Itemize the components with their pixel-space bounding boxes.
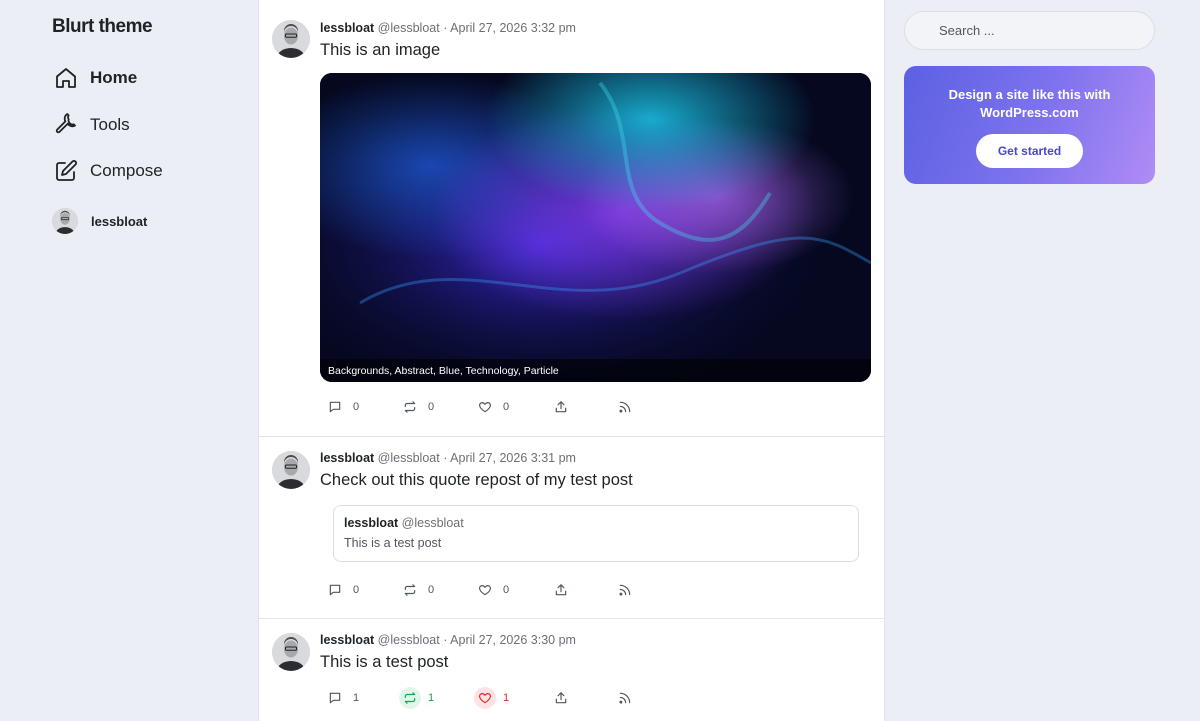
- rss-icon: [614, 396, 636, 418]
- like-button[interactable]: 1: [474, 687, 509, 709]
- nav-item-compose[interactable]: Compose: [54, 159, 163, 183]
- rss-icon: [614, 579, 636, 601]
- post-author[interactable]: lessbloat: [320, 633, 374, 647]
- promo-text: Design a site like this with WordPress.c…: [948, 87, 1111, 120]
- post-meta: lessbloat @lessbloat · April 27, 2026 3:…: [320, 21, 576, 35]
- heart-icon: [474, 687, 496, 709]
- reply-button[interactable]: 1: [324, 687, 359, 709]
- post-text: Check out this quote repost of my test p…: [320, 471, 633, 489]
- meta-separator: ·: [443, 633, 448, 647]
- post-meta: lessbloat @lessbloat · April 27, 2026 3:…: [320, 633, 576, 647]
- repost-icon: [399, 579, 421, 601]
- rss-button[interactable]: [614, 687, 636, 709]
- like-count: 0: [503, 401, 510, 413]
- search-input[interactable]: [904, 11, 1155, 50]
- repost-icon: [399, 396, 421, 418]
- nav-label-home: Home: [90, 68, 138, 87]
- quoted-post-meta: lessbloat @lessbloat: [344, 516, 848, 530]
- profile-name: lessbloat: [91, 213, 148, 229]
- home-icon: [54, 66, 78, 90]
- post: lessbloat @lessbloat · April 27, 2026 3:…: [259, 618, 884, 721]
- reply-count: 0: [353, 401, 360, 413]
- post-text: This is an image: [320, 41, 441, 59]
- quoted-author: lessbloat: [344, 516, 399, 530]
- post-handle: @lessbloat: [377, 21, 440, 35]
- meta-separator: ·: [443, 451, 448, 465]
- share-icon: [550, 396, 572, 418]
- avatar[interactable]: [272, 451, 310, 489]
- left-sidebar: Blurt theme Home Tools Compose lessbloat: [0, 0, 258, 721]
- reply-button[interactable]: 0: [324, 579, 359, 601]
- nav-label-tools: Tools: [90, 115, 130, 134]
- avatar: [52, 208, 78, 234]
- post: lessbloat @lessbloat · April 27, 2026 3:…: [259, 436, 884, 618]
- comment-icon: [324, 687, 346, 709]
- post-author[interactable]: lessbloat: [320, 21, 374, 35]
- share-button[interactable]: [550, 579, 572, 601]
- boost-count: 0: [428, 584, 435, 596]
- quoted-text: This is a test post: [344, 536, 442, 550]
- post-date[interactable]: April 27, 2026 3:31 pm: [450, 451, 576, 465]
- feed: lessbloat @lessbloat · April 27, 2026 3:…: [258, 0, 885, 721]
- image-caption: Backgrounds, Abstract, Blue, Technology,…: [320, 359, 871, 382]
- heart-icon: [474, 579, 496, 601]
- meta-separator: ·: [443, 21, 448, 35]
- repost-icon: [399, 687, 421, 709]
- boost-button[interactable]: 1: [399, 687, 434, 709]
- share-icon: [550, 579, 572, 601]
- share-icon: [550, 687, 572, 709]
- like-button[interactable]: 0: [474, 579, 509, 601]
- comment-icon: [324, 579, 346, 601]
- rss-icon: [614, 687, 636, 709]
- wrench-icon: [54, 113, 78, 137]
- reply-count: 0: [353, 584, 360, 596]
- heart-icon: [474, 396, 496, 418]
- promo-card: Design a site like this with WordPress.c…: [904, 66, 1155, 184]
- post-actions: 0 0 0: [320, 396, 860, 418]
- boost-button[interactable]: 0: [399, 579, 434, 601]
- profile-link[interactable]: lessbloat: [52, 208, 147, 234]
- quoted-post[interactable]: lessbloat @lessbloat This is a test post: [333, 505, 859, 562]
- comment-icon: [324, 396, 346, 418]
- nav-item-tools[interactable]: Tools: [54, 113, 130, 137]
- site-title[interactable]: Blurt theme: [52, 16, 153, 38]
- nav-label-compose: Compose: [90, 161, 163, 180]
- share-button[interactable]: [550, 687, 572, 709]
- post-handle: @lessbloat: [377, 451, 440, 465]
- rss-button[interactable]: [614, 579, 636, 601]
- post-date[interactable]: April 27, 2026 3:30 pm: [450, 633, 576, 647]
- reply-count: 1: [353, 692, 360, 704]
- boost-button[interactable]: 0: [399, 396, 434, 418]
- post-text: This is a test post: [320, 653, 449, 671]
- post-meta: lessbloat @lessbloat · April 27, 2026 3:…: [320, 451, 576, 465]
- post: lessbloat @lessbloat · April 27, 2026 3:…: [259, 0, 884, 436]
- post-actions: 1 1 1: [320, 687, 860, 709]
- compose-icon: [54, 159, 78, 183]
- avatar[interactable]: [272, 20, 310, 58]
- nav-item-home[interactable]: Home: [54, 66, 137, 90]
- avatar[interactable]: [272, 633, 310, 671]
- like-count: 1: [503, 692, 510, 704]
- boost-count: 0: [428, 401, 435, 413]
- abstract-particle-image: [320, 73, 871, 382]
- post-author[interactable]: lessbloat: [320, 451, 374, 465]
- boost-count: 1: [428, 692, 435, 704]
- post-image[interactable]: Backgrounds, Abstract, Blue, Technology,…: [320, 73, 871, 382]
- post-handle: @lessbloat: [377, 633, 440, 647]
- like-button[interactable]: 0: [474, 396, 509, 418]
- post-actions: 0 0 0: [320, 579, 860, 601]
- quoted-handle: @lessbloat: [401, 516, 464, 530]
- share-button[interactable]: [550, 396, 572, 418]
- like-count: 0: [503, 584, 510, 596]
- post-date[interactable]: April 27, 2026 3:32 pm: [450, 21, 576, 35]
- reply-button[interactable]: 0: [324, 396, 359, 418]
- get-started-button[interactable]: Get started: [975, 134, 1084, 168]
- rss-button[interactable]: [614, 396, 636, 418]
